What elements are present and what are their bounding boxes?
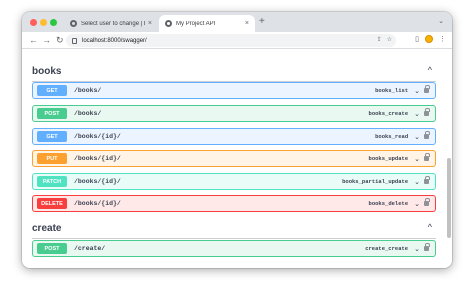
- back-arrow-icon[interactable]: ←: [29, 34, 38, 46]
- page-scrollbar[interactable]: [447, 158, 451, 238]
- operation-path: /books/: [74, 87, 102, 94]
- close-icon[interactable]: ×: [245, 20, 249, 27]
- operation-id: books_partial_update: [342, 178, 409, 185]
- profile-avatar-icon[interactable]: [425, 35, 433, 43]
- operation-path: /books/{id}/: [74, 155, 121, 162]
- chevron-up-icon[interactable]: ^: [428, 65, 432, 75]
- maximize-window-button[interactable]: [50, 19, 57, 26]
- tab-my-project-api[interactable]: My Project API ×: [159, 15, 255, 32]
- operation-row[interactable]: POST /create/ create_create ⌄: [32, 240, 436, 257]
- globe-icon: [70, 20, 77, 27]
- operation-row[interactable]: PUT /books/{id}/ books_update ⌄: [32, 150, 436, 167]
- sidebar-icon[interactable]: ▯: [415, 35, 419, 43]
- lock-icon[interactable]: [424, 176, 430, 184]
- forward-arrow-icon[interactable]: →: [42, 34, 51, 46]
- menu-dots-icon[interactable]: ⋮: [439, 35, 446, 43]
- bookmark-star-icon[interactable]: ☆: [387, 36, 392, 43]
- url-text[interactable]: localhost:8000/swagger/: [82, 38, 147, 44]
- globe-icon: [165, 20, 172, 27]
- info-icon[interactable]: [72, 37, 77, 44]
- operation-path: /books/: [74, 110, 102, 117]
- tab-search-icon[interactable]: ⌄: [438, 17, 444, 25]
- close-window-button[interactable]: [30, 19, 37, 26]
- chevron-down-icon[interactable]: ⌄: [414, 245, 420, 253]
- operation-row[interactable]: PATCH /books/{id}/ books_partial_update …: [32, 173, 436, 190]
- operation-id: books_update: [368, 155, 409, 162]
- new-tab-button[interactable]: +: [259, 16, 265, 27]
- method-badge: POST: [37, 243, 67, 254]
- tab-django-admin[interactable]: Select user to change | Djang ×: [64, 15, 158, 32]
- tab-title: My Project API: [176, 20, 216, 27]
- chevron-down-icon[interactable]: ⌄: [414, 110, 420, 118]
- operation-row[interactable]: GET /books/{id}/ books_read ⌄: [32, 128, 436, 145]
- section-header-create[interactable]: create ^: [32, 219, 436, 237]
- method-badge: GET: [37, 131, 67, 142]
- section-header-books[interactable]: books ^: [32, 62, 436, 80]
- operation-id: books_delete: [368, 200, 409, 207]
- chevron-down-icon[interactable]: ⌄: [414, 178, 420, 186]
- lock-icon[interactable]: [424, 131, 430, 139]
- browser-toolbar: ← → ↻ localhost:8000/swagger/ ⇪ ☆ ▯ ⋮: [22, 32, 452, 49]
- chevron-down-icon[interactable]: ⌄: [414, 155, 420, 163]
- chevron-down-icon[interactable]: ⌄: [414, 133, 420, 141]
- chevron-down-icon[interactable]: ⌄: [414, 87, 420, 95]
- operation-path: /books/{id}/: [74, 178, 121, 185]
- reload-icon[interactable]: ↻: [56, 34, 64, 46]
- lock-icon[interactable]: [424, 108, 430, 116]
- operation-row[interactable]: DELETE /books/{id}/ books_delete ⌄: [32, 195, 436, 212]
- operation-path: /books/{id}/: [74, 200, 121, 207]
- operation-id: books_read: [375, 133, 409, 140]
- lock-icon[interactable]: [424, 243, 430, 251]
- browser-window: Select user to change | Djang × My Proje…: [22, 12, 452, 268]
- operation-id: create_create: [365, 245, 409, 252]
- swagger-content: books ^ GET /books/ books_list ⌄ POST /b…: [22, 50, 452, 268]
- share-icon[interactable]: ⇪: [377, 36, 382, 43]
- operation-id: books_list: [375, 87, 409, 94]
- close-icon[interactable]: ×: [148, 20, 152, 27]
- tab-title: Select user to change | Djang: [81, 20, 145, 27]
- section-divider: [32, 238, 436, 239]
- minimize-window-button[interactable]: [40, 19, 47, 26]
- operation-id: books_create: [368, 110, 409, 117]
- address-bar[interactable]: localhost:8000/swagger/ ⇪ ☆: [66, 34, 396, 47]
- operation-row[interactable]: POST /books/ books_create ⌄: [32, 105, 436, 122]
- lock-icon[interactable]: [424, 198, 430, 206]
- method-badge: DELETE: [37, 198, 67, 209]
- method-badge: PATCH: [37, 176, 67, 187]
- operation-path: /books/{id}/: [74, 133, 121, 140]
- method-badge: PUT: [37, 153, 67, 164]
- lock-icon[interactable]: [424, 85, 430, 93]
- section-title: books: [32, 65, 62, 77]
- method-badge: POST: [37, 108, 67, 119]
- chevron-up-icon[interactable]: ^: [428, 222, 432, 232]
- tab-strip: Select user to change | Djang × My Proje…: [22, 12, 452, 32]
- operation-row[interactable]: GET /books/ books_list ⌄: [32, 82, 436, 99]
- operation-path: /create/: [74, 245, 106, 252]
- chevron-down-icon[interactable]: ⌄: [414, 200, 420, 208]
- method-badge: GET: [37, 85, 67, 96]
- lock-icon[interactable]: [424, 153, 430, 161]
- section-title: create: [32, 222, 62, 234]
